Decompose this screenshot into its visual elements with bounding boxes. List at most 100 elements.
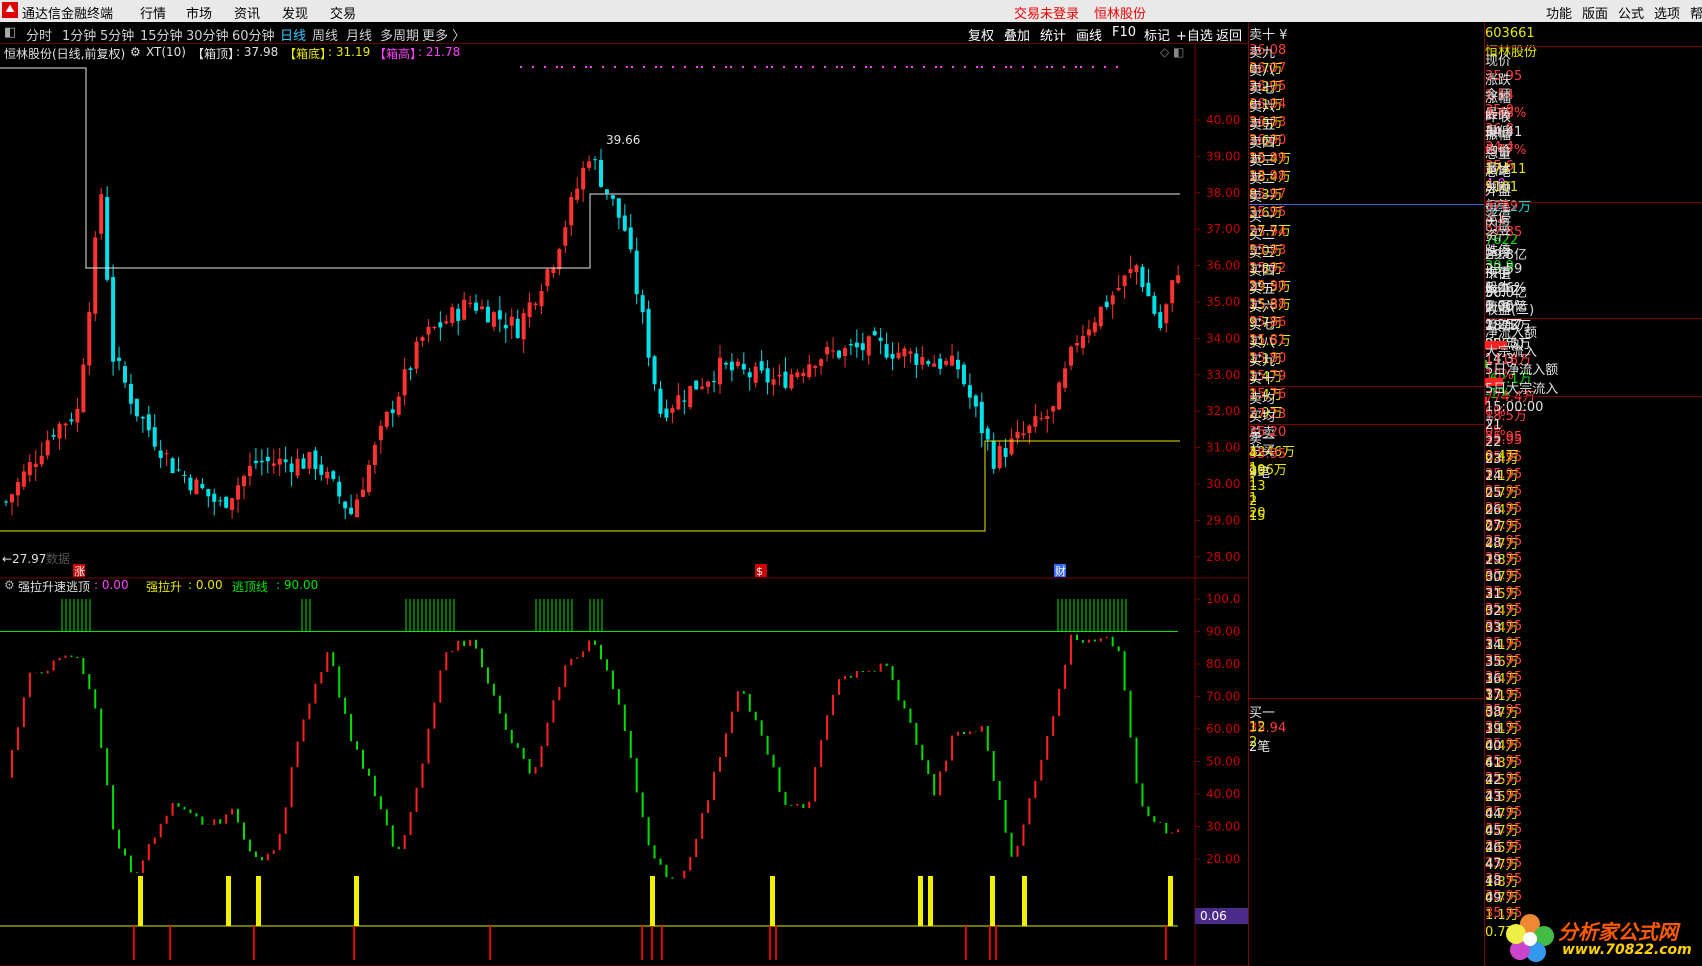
ask-row[interactable]: 卖六 36.03 3.6万 <box>1249 96 1485 149</box>
bid-row[interactable]: 买九 35.79 1.4万 <box>1249 350 1485 403</box>
login-status[interactable]: 交易未登录 <box>1014 3 1079 22</box>
sub-settings-icon[interactable]: ⚙ <box>4 578 15 592</box>
candle-up <box>1110 295 1115 305</box>
candle-down <box>872 331 877 336</box>
period-tab[interactable]: 多周期 <box>380 25 419 44</box>
ask-row[interactable]: 卖二 35.97 3.6万 <box>1249 168 1485 221</box>
candle-up <box>944 360 949 365</box>
menu-news[interactable]: 资讯 <box>234 3 260 22</box>
menu-trade[interactable]: 交易 <box>330 3 356 22</box>
ask-row[interactable]: 卖十 ¥36.08 0.7万 <box>1249 24 1485 77</box>
sep <box>1485 396 1702 397</box>
tick-row: 21 35.95 0.4万 <box>1485 418 1702 467</box>
indicator-name[interactable]: XT(10) <box>146 45 186 59</box>
event-marker: 涨 <box>74 565 85 578</box>
period-tab[interactable]: 分时 <box>26 25 52 44</box>
tool-overlay-button[interactable]: 叠加 <box>1004 25 1030 44</box>
bid-row[interactable]: 买七 35.81 1.1万 <box>1249 314 1485 367</box>
tick-row: 33 35.95 3.6万 <box>1485 621 1702 670</box>
ask-row[interactable]: 卖一 35.95 27.7万 <box>1249 186 1485 239</box>
bid-row[interactable]: 买六 35.86 11.5万 <box>1249 296 1485 349</box>
quote-label: 昨收 <box>1485 109 1512 125</box>
tool-adjust-button[interactable]: 复权 <box>968 25 994 44</box>
bid-row[interactable]: 买一 35.94 5.0万 <box>1249 206 1485 259</box>
candle-up <box>706 381 711 387</box>
kline-chart[interactable]: 39.66 ←27.97 数据涨 $ 财 40.00 39.00 38.00 37.00 36.… <box>0 44 1248 966</box>
tick-row: 35 35.95 1.1万 <box>1485 655 1702 704</box>
period-tab-active[interactable]: 日线 <box>280 25 306 44</box>
tool-stats-button[interactable]: 统计 <box>1040 25 1066 44</box>
candle-up <box>366 464 371 493</box>
bid-row[interactable]: 买二 35.93 1.8万 <box>1249 224 1485 277</box>
strong-rise-signal <box>650 876 655 926</box>
event-marker: 财 <box>1055 564 1066 578</box>
sell1-row: 卖一 35.95 9笔 <box>1249 428 1485 481</box>
faded-label: 数据 <box>46 551 70 566</box>
signal-dot <box>713 66 715 68</box>
candle-down <box>622 215 627 231</box>
bid-label: 买七 <box>1249 318 1276 333</box>
bid-row[interactable]: 买三 35.92 29.5万 <box>1249 242 1485 295</box>
tool-f10-button[interactable]: F10 <box>1112 25 1136 40</box>
tool-mark-button[interactable]: 标记 <box>1144 25 1170 44</box>
candle-up <box>27 462 32 476</box>
signal-dot <box>766 66 768 68</box>
menu-quotes[interactable]: 行情 <box>140 3 166 22</box>
signal-dot <box>906 66 908 68</box>
tool-add-watch-button[interactable]: +自选 <box>1176 25 1213 44</box>
ask-row[interactable]: 卖八 36.05 6.1万 <box>1249 60 1485 113</box>
order-book-panel: 卖十 ¥36.08 0.7万 卖九 36.07 7.2万 卖八 36.05 6.1万 卖七 36.… <box>1248 22 1485 966</box>
signal-dot <box>730 66 732 68</box>
period-tab[interactable]: 月线 <box>346 25 372 44</box>
tick-row: 22 35.95 1.1万 <box>1485 435 1702 484</box>
candle-down <box>956 359 960 370</box>
signal-dot <box>1051 66 1053 68</box>
tick-minute: 24 <box>1485 468 1502 484</box>
period-tab[interactable]: 更多 〉 <box>422 25 465 44</box>
candle-down <box>610 195 615 199</box>
candle-down <box>854 342 859 348</box>
escape-line-label: 逃顶线 <box>232 580 269 594</box>
bid-row[interactable]: 买十 35.76 2.9万 <box>1249 368 1485 421</box>
period-tab[interactable]: 1分钟 <box>62 25 96 44</box>
sub-indicator-name[interactable]: 强拉升速逃顶 <box>18 578 90 595</box>
ask-row[interactable]: 卖七 36.04 3.6万 <box>1249 78 1485 131</box>
ask-row[interactable]: 卖四 35.99 18.4万 <box>1249 132 1485 185</box>
menu-formula[interactable]: 公式 <box>1618 3 1644 22</box>
ask-row[interactable]: 卖九 36.07 7.2万 <box>1249 42 1485 95</box>
queue-item: 12 <box>1249 720 1266 735</box>
signal-dot <box>771 66 773 68</box>
bid-row[interactable]: 买四 35.90 15.8万 <box>1249 260 1485 313</box>
bid-row[interactable]: 买八 35.80 1.4万 <box>1249 332 1485 385</box>
bid-row[interactable]: 买五 35.88 9.7万 <box>1249 278 1485 331</box>
chart-expand-icon[interactable]: ◇ ◧ <box>1160 45 1184 59</box>
bid-label: 买四 <box>1249 264 1276 279</box>
panel-toggle-icon[interactable]: ◧ <box>4 25 16 40</box>
menu-help[interactable]: 帮 <box>1690 3 1702 22</box>
menu-options[interactable]: 选项 <box>1654 3 1680 22</box>
tool-back-button[interactable]: 返回 <box>1216 25 1242 44</box>
candle-up <box>545 269 550 287</box>
ask-row[interactable]: 卖五 36.00 10.4万 <box>1249 114 1485 167</box>
period-tab[interactable]: 30分钟 <box>186 25 229 44</box>
ask-row[interactable]: 卖三 35.98 8.3万 <box>1249 150 1485 203</box>
menu-discover[interactable]: 发现 <box>282 3 308 22</box>
indicator-settings-icon[interactable]: ⚙ <box>130 45 141 59</box>
ind-axis-label: 50.00 <box>1206 755 1240 769</box>
candle-down <box>694 380 699 390</box>
period-tab[interactable]: 60分钟 <box>232 25 275 44</box>
candle-up <box>1176 275 1181 283</box>
candlestick-plot: 39.66 ←27.97 数据涨 $ 财 <box>0 66 1181 578</box>
current-stock-title: 恒林股份 <box>1094 7 1147 22</box>
menu-function[interactable]: 功能 <box>1546 3 1572 22</box>
period-tab[interactable]: 5分钟 <box>100 25 134 44</box>
menu-market[interactable]: 市场 <box>186 3 212 22</box>
period-tab[interactable]: 15分钟 <box>140 25 183 44</box>
candle-down <box>128 383 133 404</box>
tool-draw-button[interactable]: 画线 <box>1076 25 1102 44</box>
candle-down <box>343 501 348 509</box>
price-axis-label: 35.00 <box>1206 295 1240 309</box>
signal-dot <box>841 66 843 68</box>
period-tab[interactable]: 周线 <box>312 25 338 44</box>
menu-layout[interactable]: 版面 <box>1582 3 1608 22</box>
